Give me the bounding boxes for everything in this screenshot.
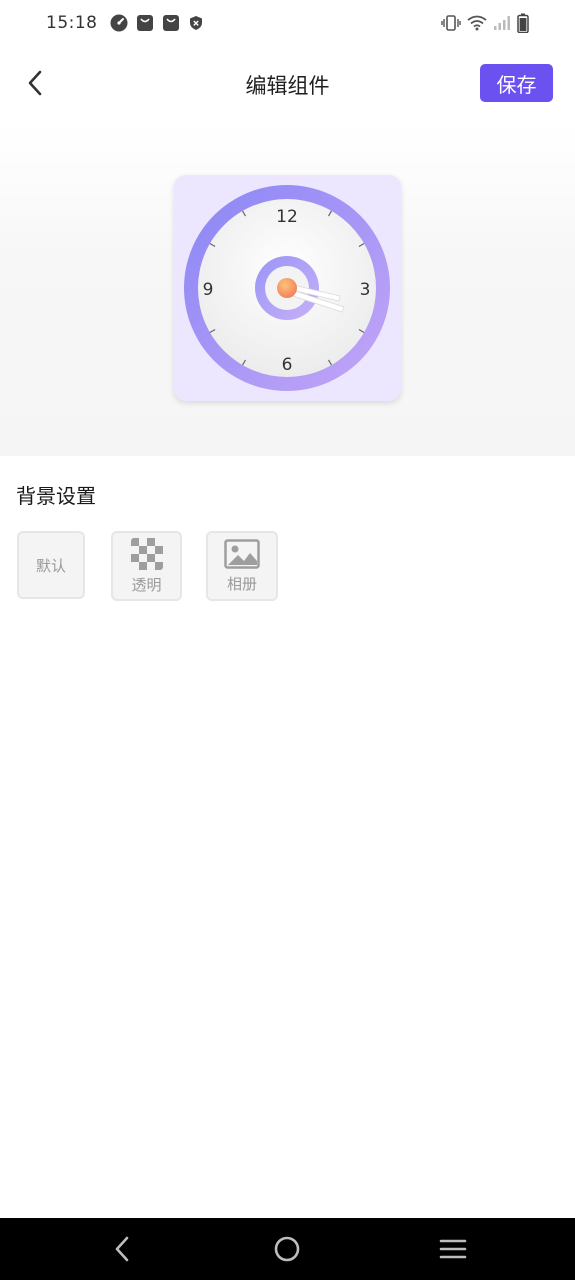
nav-home-button[interactable] xyxy=(272,1234,302,1264)
image-icon xyxy=(224,538,260,569)
system-navigation-bar xyxy=(0,1218,575,1280)
clock-center-dot xyxy=(277,278,297,298)
speedometer-icon xyxy=(110,14,128,32)
widget-preview-area: 12 3 6 9 xyxy=(0,124,575,456)
menu-icon xyxy=(439,1239,467,1259)
nav-back-icon xyxy=(115,1236,129,1262)
status-bar: 15:18 xyxy=(0,0,575,46)
vibrate-icon xyxy=(441,15,461,31)
status-system-icons xyxy=(441,13,529,33)
nav-back-button[interactable] xyxy=(107,1234,137,1264)
signal-icon xyxy=(493,15,511,31)
bag-icon xyxy=(162,14,180,32)
clock-face: 12 3 6 9 xyxy=(184,185,390,391)
clock-number-3: 3 xyxy=(360,280,371,300)
bg-option-label: 相册 xyxy=(226,574,257,593)
status-time: 15:18 xyxy=(46,13,98,33)
nav-home-icon xyxy=(274,1236,300,1262)
bg-option-label: 透明 xyxy=(131,575,162,594)
background-settings-title: 背景设置 xyxy=(16,484,96,508)
clock-widget-preview[interactable]: 12 3 6 9 xyxy=(174,175,401,401)
bg-option-label: 默认 xyxy=(35,556,66,575)
shield-icon xyxy=(188,15,204,31)
edit-widget-screen: 15:18 编辑组件 保存 12 3 6 9 背景设置 默认 透明 相册 xyxy=(0,0,575,1280)
clock-number-9: 9 xyxy=(203,280,214,300)
bg-option-album[interactable]: 相册 xyxy=(206,531,278,601)
bg-option-transparent[interactable]: 透明 xyxy=(111,531,182,601)
checkerboard-icon xyxy=(130,537,163,570)
bg-option-default[interactable]: 默认 xyxy=(17,531,85,599)
clock-number-6: 6 xyxy=(282,355,293,375)
clock-number-12: 12 xyxy=(276,207,298,227)
save-button[interactable]: 保存 xyxy=(480,64,553,102)
wifi-icon xyxy=(467,15,487,31)
header: 编辑组件 保存 xyxy=(0,56,575,112)
bag-icon xyxy=(136,14,154,32)
nav-recents-button[interactable] xyxy=(438,1234,468,1264)
battery-icon xyxy=(517,13,529,33)
status-notification-icons xyxy=(110,14,204,32)
